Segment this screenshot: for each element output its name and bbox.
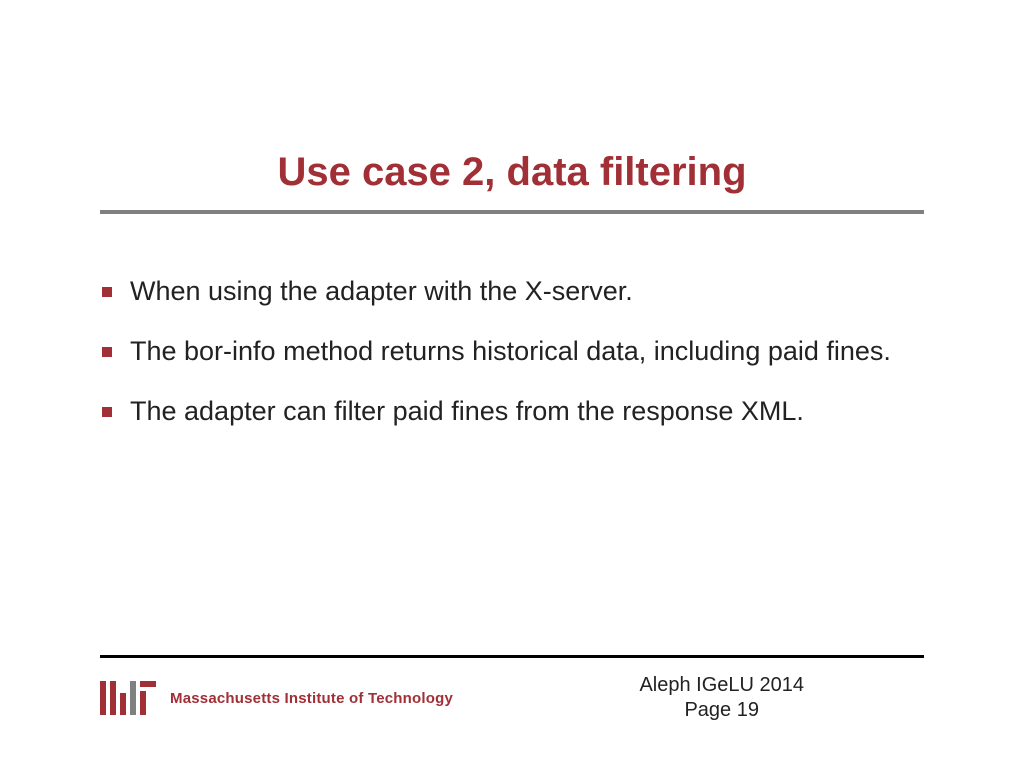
page-number: Page 19 (639, 698, 804, 723)
event-name: Aleph IGeLU 2014 (639, 673, 804, 698)
list-item: The bor-info method returns historical d… (100, 335, 924, 369)
bullet-text: The bor-info method returns historical d… (130, 336, 891, 366)
list-item: The adapter can filter paid fines from t… (100, 395, 924, 429)
bullet-list: When using the adapter with the X-server… (100, 275, 924, 428)
slide-title: Use case 2, data filtering (100, 150, 924, 207)
institution-name: Massachusetts Institute of Technology (170, 690, 453, 707)
slide: Use case 2, data filtering When using th… (0, 0, 1024, 768)
footer-divider (100, 655, 924, 658)
bullet-text: The adapter can filter paid fines from t… (130, 396, 804, 426)
title-underline (100, 210, 924, 214)
logo-block: Massachusetts Institute of Technology (100, 681, 453, 715)
footer: Massachusetts Institute of Technology Al… (100, 668, 924, 728)
list-item: When using the adapter with the X-server… (100, 275, 924, 309)
bullet-text: When using the adapter with the X-server… (130, 276, 633, 306)
content-area: When using the adapter with the X-server… (100, 275, 924, 454)
title-block: Use case 2, data filtering (100, 150, 924, 207)
mit-logo-icon (100, 681, 156, 715)
footer-meta: Aleph IGeLU 2014 Page 19 (639, 673, 804, 723)
